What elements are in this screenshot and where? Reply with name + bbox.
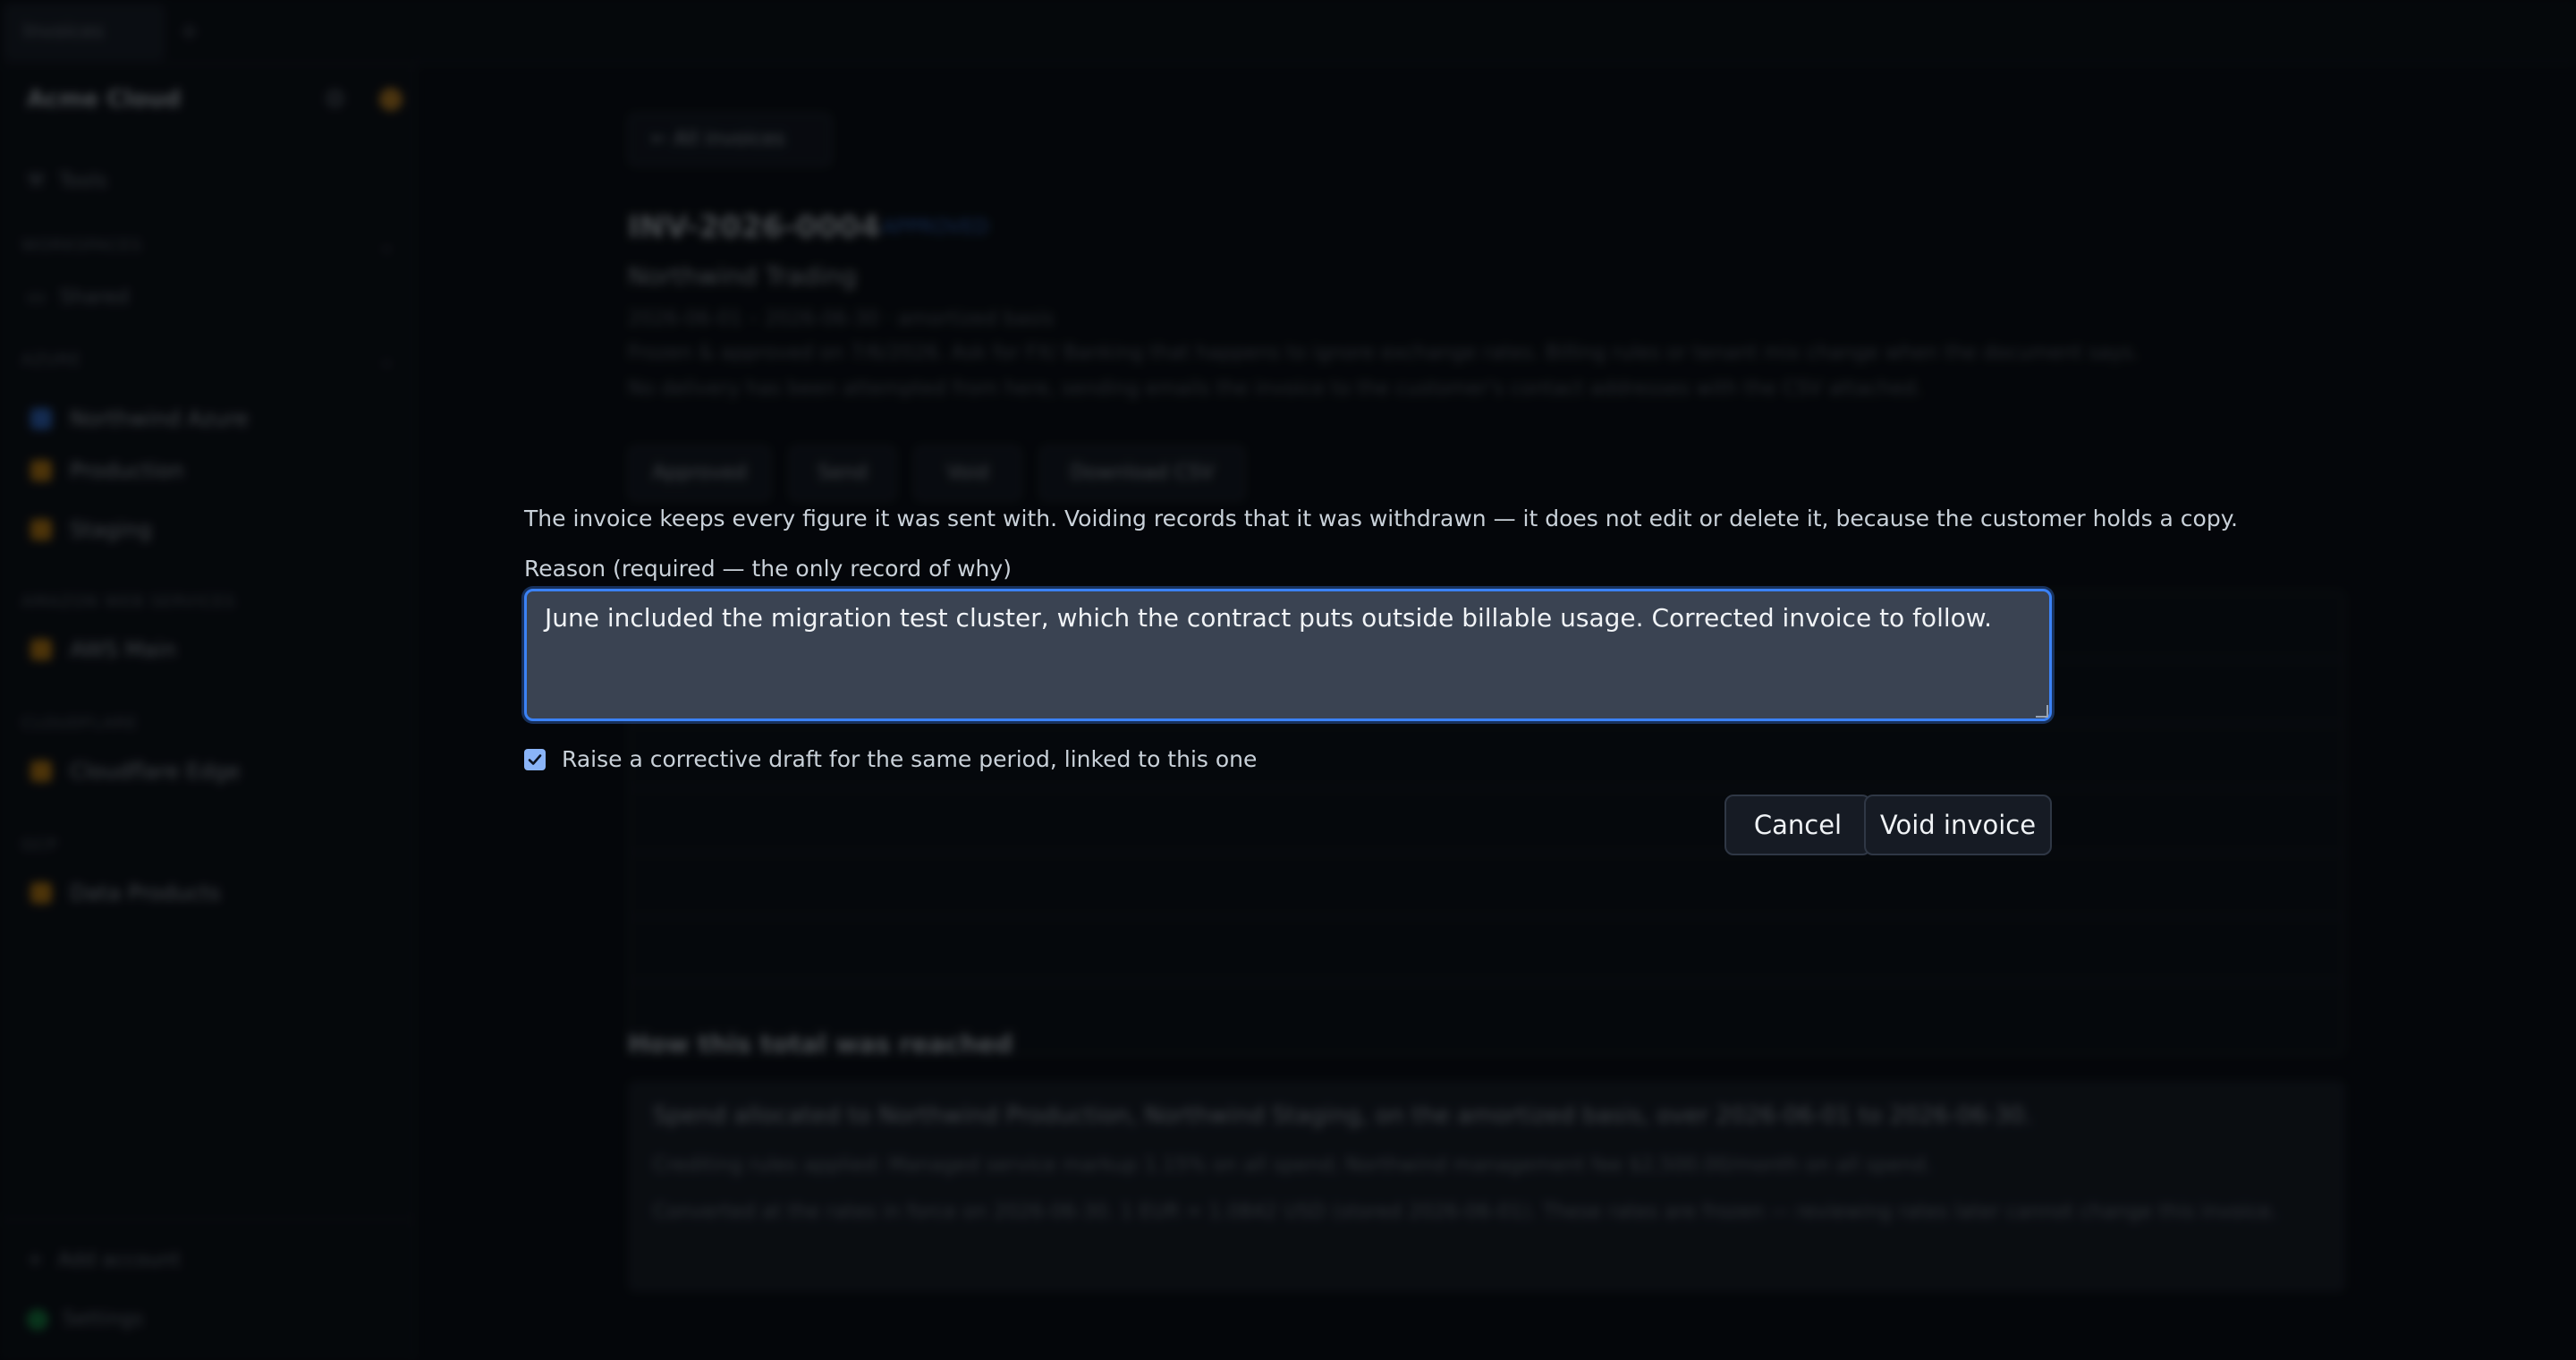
dialog-description: The invoice keeps every figure it was se… [524,506,2238,531]
void-invoice-button[interactable]: Void invoice [1864,795,2052,855]
app-root: Invoices + Acme Cloud ⚙ ⚒ Tools WORKSPAC… [0,0,2576,1360]
reason-label: Reason (required — the only record of wh… [524,556,1012,582]
cancel-button[interactable]: Cancel [1724,795,1871,855]
resize-handle-icon[interactable] [2036,705,2048,718]
void-invoice-dialog: The invoice keeps every figure it was se… [0,0,2576,1360]
corrective-draft-checkbox[interactable] [524,748,546,770]
corrective-draft-option[interactable]: Raise a corrective draft for the same pe… [524,746,1257,772]
checkmark-icon [528,753,542,765]
reason-textarea[interactable]: June included the migration test cluster… [524,589,2052,721]
corrective-draft-label: Raise a corrective draft for the same pe… [562,746,1258,772]
